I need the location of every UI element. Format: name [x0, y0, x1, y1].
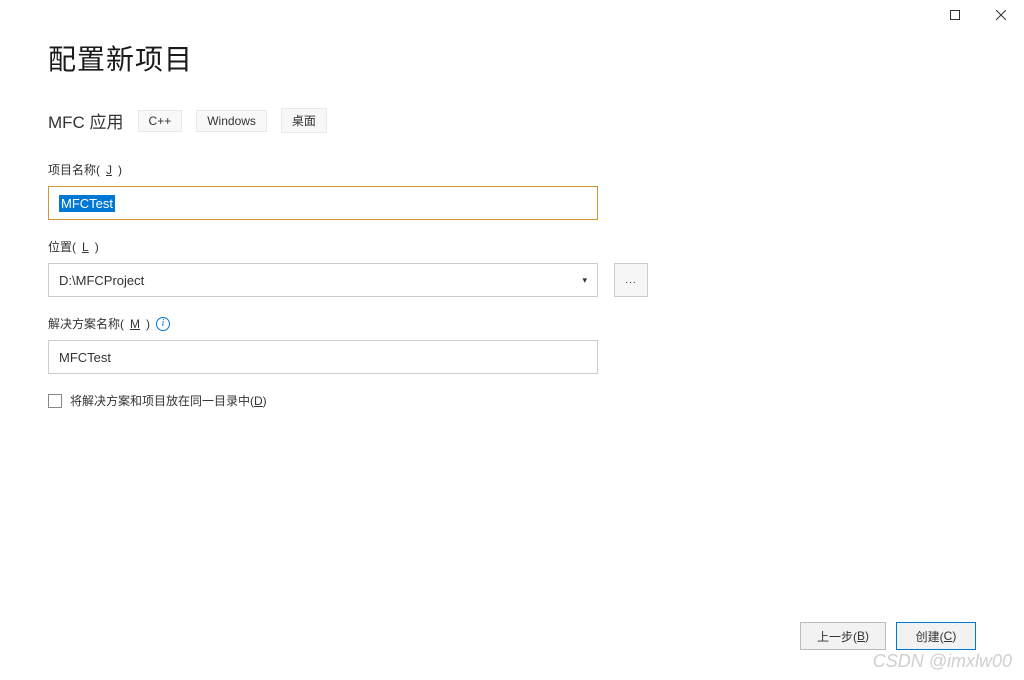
browse-button[interactable]: ... — [614, 263, 648, 297]
project-name-input[interactable]: MFCTest — [48, 186, 598, 220]
project-name-group: 项目名称(J) MFCTest — [48, 161, 976, 220]
dialog-footer: 上一步(B) 创建(C) — [800, 622, 976, 650]
maximize-icon[interactable] — [932, 0, 978, 30]
tag-desktop: 桌面 — [281, 108, 327, 133]
close-icon[interactable] — [978, 0, 1024, 30]
solution-name-group: 解决方案名称(M) i — [48, 315, 976, 374]
template-info-row: MFC 应用 C++ Windows 桌面 — [48, 108, 976, 133]
back-button[interactable]: 上一步(B) — [800, 622, 886, 650]
dialog-content: 配置新项目 MFC 应用 C++ Windows 桌面 项目名称(J) MFCT… — [0, 0, 1024, 409]
watermark: CSDN @imxlw00 — [873, 651, 1012, 672]
same-directory-checkbox[interactable] — [48, 394, 62, 408]
window-controls — [932, 0, 1024, 30]
same-directory-label: 将解决方案和项目放在同一目录中(D) — [70, 392, 267, 409]
solution-name-label: 解决方案名称(M) i — [48, 315, 976, 332]
location-group: 位置(L) D:\MFCProject ▾ ... — [48, 238, 976, 297]
chevron-down-icon: ▾ — [582, 275, 587, 286]
tag-cpp: C++ — [138, 110, 183, 132]
same-directory-row: 将解决方案和项目放在同一目录中(D) — [48, 392, 976, 409]
location-value: D:\MFCProject — [59, 273, 144, 288]
solution-name-input[interactable] — [48, 340, 598, 374]
page-title: 配置新项目 — [48, 38, 976, 78]
location-combo[interactable]: D:\MFCProject ▾ — [48, 263, 598, 297]
location-label: 位置(L) — [48, 238, 976, 255]
info-icon[interactable]: i — [156, 317, 170, 331]
create-button[interactable]: 创建(C) — [896, 622, 976, 650]
template-name: MFC 应用 — [48, 108, 124, 133]
project-name-label: 项目名称(J) — [48, 161, 976, 178]
tag-windows: Windows — [196, 110, 267, 132]
